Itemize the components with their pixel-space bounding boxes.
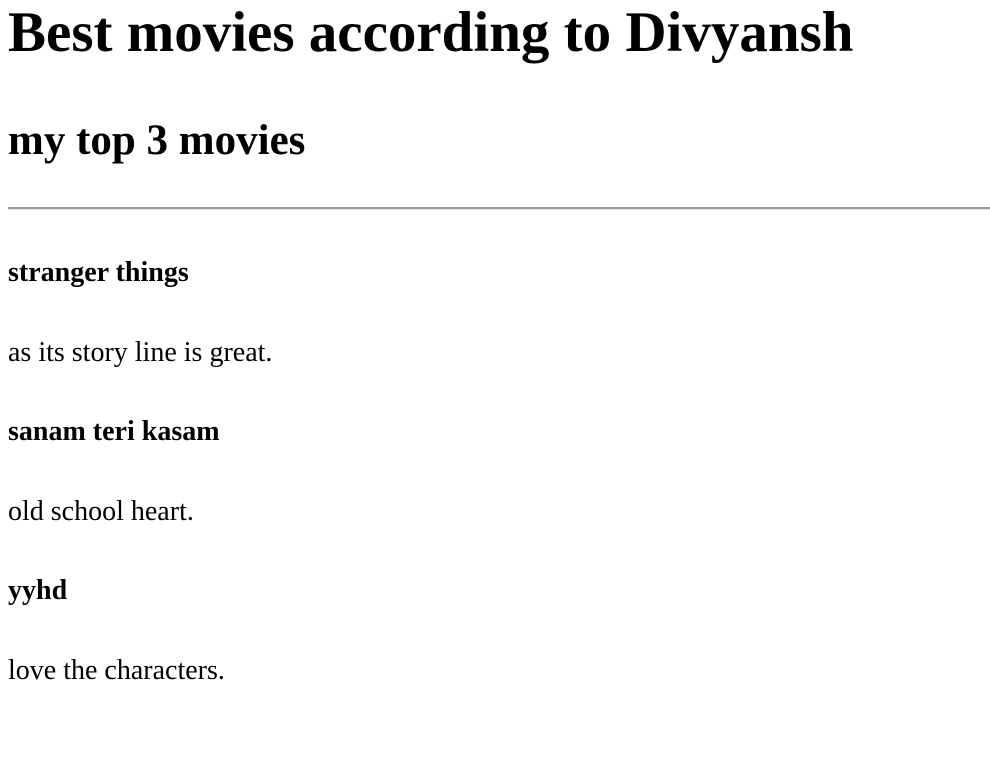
page-title: Best movies according to Divyansh <box>8 1 854 64</box>
movie-title: sanam teri kasam <box>8 416 220 447</box>
movie-title: yyhd <box>8 575 68 606</box>
movie-title: stranger things <box>8 257 189 288</box>
page-subtitle: my top 3 movies <box>8 117 306 164</box>
movie-reason: old school heart. <box>8 496 194 527</box>
movie-reason: as its story line is great. <box>8 337 273 368</box>
movie-reason: love the characters. <box>8 655 225 686</box>
divider <box>8 207 990 210</box>
